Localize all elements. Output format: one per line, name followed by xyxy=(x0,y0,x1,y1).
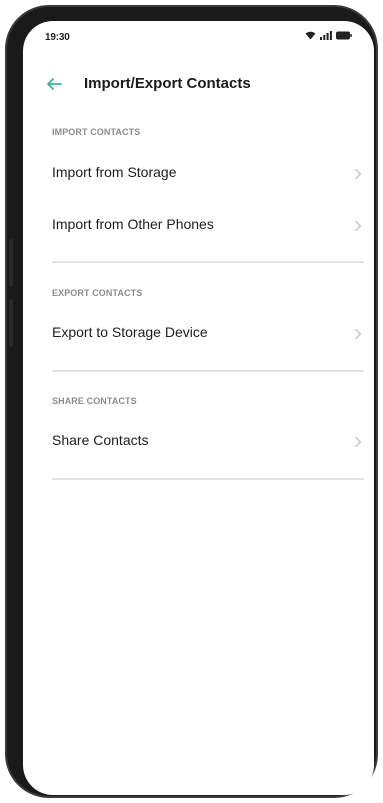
chevron-right-icon xyxy=(354,435,362,448)
section-divider xyxy=(52,261,364,263)
section-divider xyxy=(52,478,364,480)
section-label-export: EXPORT CONTACTS xyxy=(52,288,143,298)
list-item-label: Import from Storage xyxy=(52,164,177,180)
list-item-share-contacts[interactable]: Share Contacts xyxy=(45,421,367,461)
list-item-export-to-storage-device[interactable]: Export to Storage Device xyxy=(45,313,367,353)
section-label-share: SHARE CONTACTS xyxy=(52,396,137,406)
page-title: Import/Export Contacts xyxy=(84,75,251,92)
list-item-import-from-other-phones[interactable]: Import from Other Phones xyxy=(45,205,367,245)
chevron-right-icon xyxy=(354,327,362,340)
section-label-import: IMPORT CONTACTS xyxy=(52,127,141,137)
chevron-right-icon xyxy=(354,219,362,232)
list-item-label: Export to Storage Device xyxy=(52,324,208,340)
list-item-label: Import from Other Phones xyxy=(52,216,214,232)
status-time: 19:30 xyxy=(45,32,70,43)
list-item-import-from-storage[interactable]: Import from Storage xyxy=(45,153,367,193)
list-item-label: Share Contacts xyxy=(52,432,149,448)
back-arrow-icon[interactable] xyxy=(45,75,63,93)
header: Import/Export Contacts xyxy=(23,69,374,99)
screen: 19:30 Import/Export Contacts IMPORT CONT… xyxy=(23,21,374,795)
chevron-right-icon xyxy=(354,167,362,180)
status-bar: 19:30 xyxy=(23,21,374,55)
phone-frame: 19:30 Import/Export Contacts IMPORT CONT… xyxy=(5,5,378,798)
volume-button xyxy=(9,239,13,287)
section-divider xyxy=(52,370,364,372)
volume-button xyxy=(9,299,13,347)
status-icons xyxy=(305,31,352,40)
wifi-icon xyxy=(305,31,316,40)
battery-icon xyxy=(336,31,352,40)
signal-icon xyxy=(320,31,332,40)
